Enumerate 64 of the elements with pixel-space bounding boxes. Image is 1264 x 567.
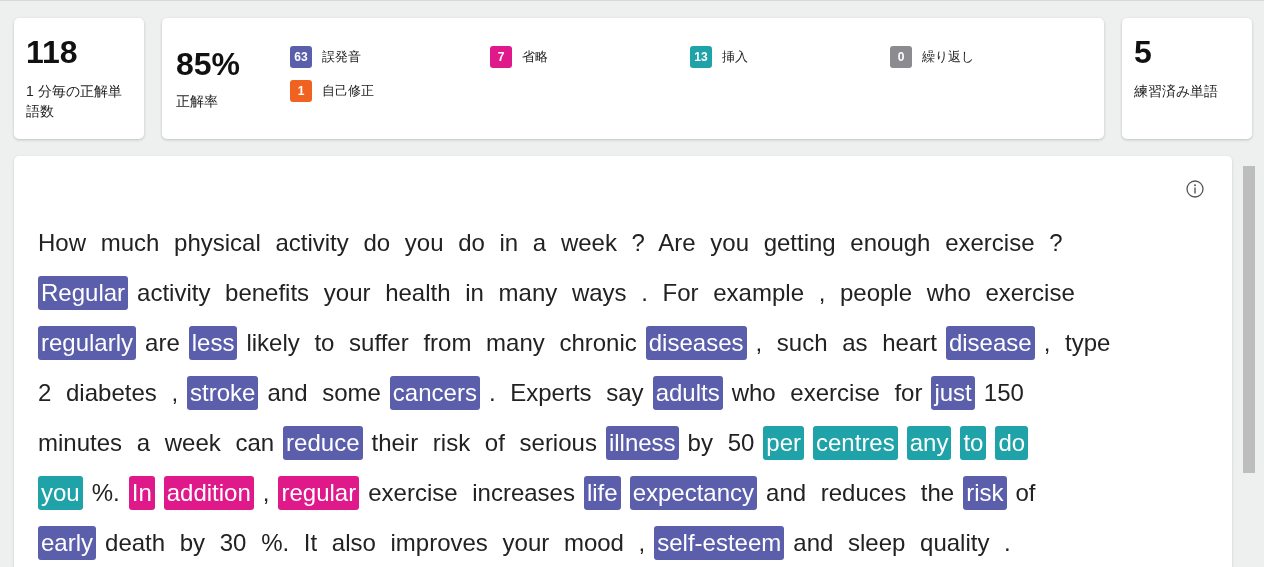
passage-text: by 50	[687, 428, 755, 458]
highlighted-word[interactable]: do	[995, 426, 1029, 460]
legend-label: 繰り返し	[922, 48, 974, 66]
highlighted-word[interactable]: expectancy	[629, 476, 758, 510]
count-badge: 13	[690, 46, 712, 68]
highlighted-word[interactable]: self-esteem	[654, 526, 785, 560]
passage-text: and reduces the	[766, 478, 955, 508]
legend-label: 誤発音	[322, 48, 361, 66]
passage-text: death by 30 %. It also improves your mood ,	[105, 528, 646, 558]
passage-text: 2 diabetes ,	[38, 378, 179, 408]
highlighted-word[interactable]: Regular	[38, 276, 129, 310]
stat-value: 118	[26, 34, 79, 71]
legend-label: 自己修正	[322, 82, 374, 100]
passage-text: likely to suffer from many chronic	[246, 328, 637, 358]
passage-text: and sleep quality .	[793, 528, 1011, 558]
highlighted-word[interactable]: less	[188, 326, 238, 360]
passage-text: %.	[91, 478, 120, 508]
highlighted-word[interactable]: adults	[652, 376, 723, 410]
stat-label: 1 分毎の正解単語数	[26, 82, 123, 121]
count-badge: 7	[490, 46, 512, 68]
passage-text: who exercise for	[731, 378, 923, 408]
passage-text: are	[145, 328, 180, 358]
passage-text: How much physical activity do you do in a week ? Are you getting enough exercise ?	[38, 228, 1063, 258]
passage-text: activity benefits your health in many ways . For example , people who exercise	[137, 278, 1075, 308]
accuracy-label: 正解率	[175, 92, 219, 111]
passage-text: their risk of serious	[371, 428, 597, 458]
highlighted-word[interactable]: regular	[278, 476, 360, 510]
info-icon[interactable]	[1186, 180, 1204, 198]
highlighted-word[interactable]: illness	[605, 426, 679, 460]
highlighted-word[interactable]: reduce	[283, 426, 363, 460]
highlighted-word[interactable]: cancers	[389, 376, 480, 410]
passage-text: 150	[983, 378, 1024, 408]
highlighted-word[interactable]: disease	[945, 326, 1035, 360]
highlighted-word[interactable]: diseases	[645, 326, 747, 360]
highlighted-word[interactable]: regularly	[38, 326, 137, 360]
legend-label: 省略	[522, 48, 548, 66]
scrollbar-thumb[interactable]	[1243, 166, 1255, 473]
count-badge: 0	[890, 46, 912, 68]
legend-label: 挿入	[722, 48, 748, 66]
highlighted-word[interactable]: any	[906, 426, 952, 460]
practiced-label: 練習済み単語	[1134, 82, 1219, 101]
highlighted-word[interactable]: centres	[813, 426, 898, 460]
highlighted-word[interactable]: risk	[963, 476, 1007, 510]
highlighted-word[interactable]: early	[38, 526, 97, 560]
highlighted-word[interactable]: In	[128, 476, 155, 510]
highlighted-word[interactable]: you	[38, 476, 83, 510]
passage-text: and some	[267, 378, 381, 408]
passage-text: . Experts say	[488, 378, 644, 408]
accuracy-value: 85%	[175, 46, 240, 83]
highlighted-word[interactable]: addition	[163, 476, 254, 510]
count-badge: 63	[290, 46, 312, 68]
passage-text: exercise increases	[368, 478, 575, 508]
count-badge: 1	[290, 80, 312, 102]
passage-text: minutes a week can	[38, 428, 275, 458]
passage-text: , such as heart	[755, 328, 937, 358]
highlighted-word[interactable]: life	[583, 476, 621, 510]
highlighted-word[interactable]: to	[960, 426, 987, 460]
passage-text: of	[1015, 478, 1036, 508]
passage-text: , type	[1043, 328, 1111, 358]
highlighted-word[interactable]: per	[763, 426, 804, 460]
passage-text: ,	[262, 478, 270, 508]
highlighted-word[interactable]: stroke	[187, 376, 259, 410]
highlighted-word[interactable]: just	[931, 376, 975, 410]
practiced-value: 5	[1134, 34, 1153, 71]
